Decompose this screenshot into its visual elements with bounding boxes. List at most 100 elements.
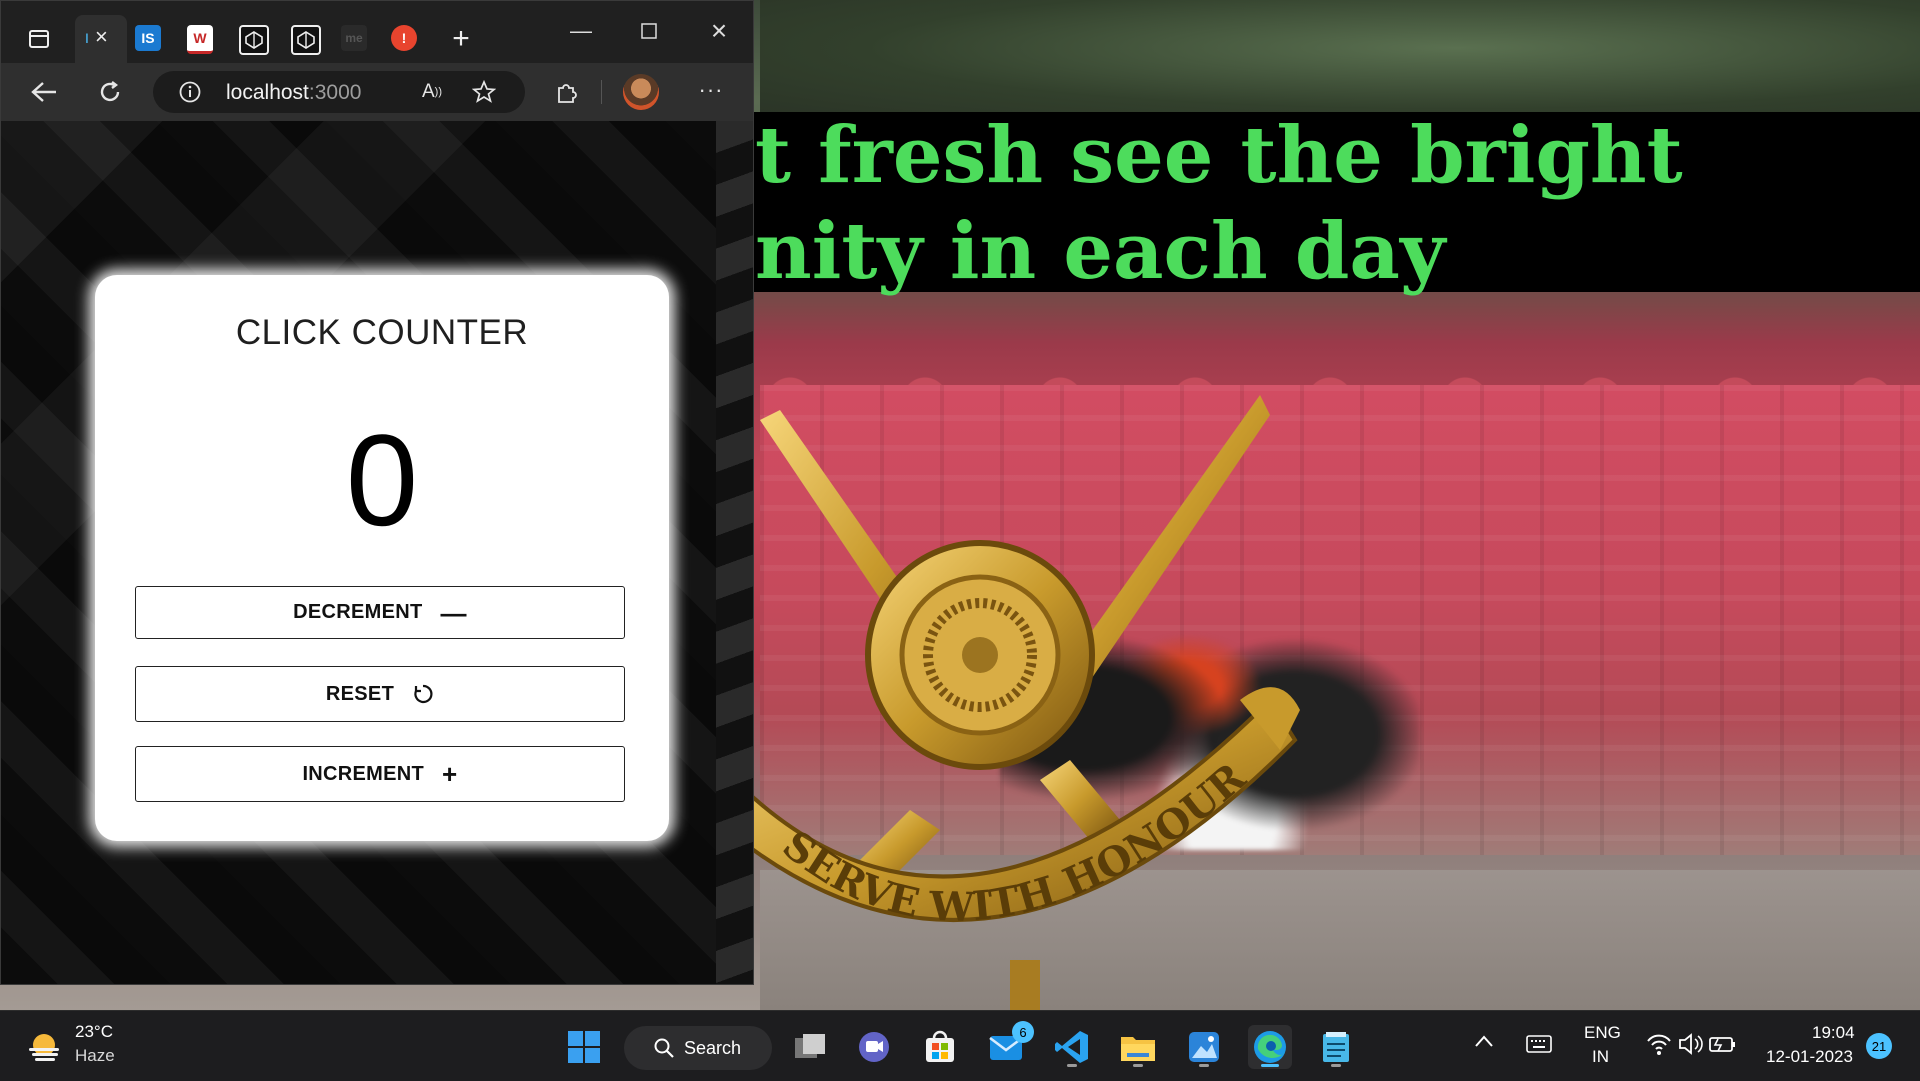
microsoft-store-button[interactable] <box>918 1025 962 1069</box>
increment-label: INCREMENT <box>302 762 425 785</box>
language-code: ENG <box>1584 1023 1621 1042</box>
codepen-icon <box>297 31 315 49</box>
running-indicator <box>1067 1064 1077 1067</box>
clock-time: 19:04 <box>1812 1023 1855 1042</box>
start-button[interactable] <box>562 1025 606 1069</box>
taskbar-search[interactable]: Search <box>624 1026 772 1070</box>
mail-button[interactable]: 6 <box>984 1021 1034 1069</box>
address-bar[interactable]: localhost:3000 A)) <box>153 71 525 113</box>
close-window-button[interactable]: × <box>694 13 744 49</box>
windows-logo-icon <box>568 1031 600 1063</box>
decrement-label: DECREMENT <box>293 601 423 623</box>
vscode-button[interactable] <box>1050 1025 1094 1069</box>
edge-button[interactable] <box>1248 1025 1292 1069</box>
tab-alert-label: ! <box>401 30 407 46</box>
wallpaper-foliage <box>760 0 1920 120</box>
browser-toolbar: localhost:3000 A)) ··· <box>1 63 753 121</box>
tab-w[interactable]: W <box>187 25 213 54</box>
teams-chat-button[interactable] <box>852 1025 896 1069</box>
language-region: IN <box>1592 1047 1609 1066</box>
counter-title: CLICK COUNTER <box>235 313 529 352</box>
running-indicator <box>1133 1064 1143 1067</box>
decrement-button[interactable]: DECREMENT — <box>135 586 625 639</box>
maximize-button[interactable] <box>624 13 674 49</box>
touch-keyboard-button[interactable] <box>1526 1035 1552 1058</box>
edge-icon <box>1254 1031 1286 1063</box>
new-tab-button[interactable]: + <box>445 22 477 55</box>
tab-strip: I × IS W me ! + — × <box>1 1 753 63</box>
viewport-edge-pattern <box>716 121 753 984</box>
folder-icon <box>1121 1037 1155 1061</box>
tab-active-label: I <box>85 30 89 46</box>
quick-settings-button[interactable] <box>1646 1031 1736 1062</box>
url-text[interactable]: localhost:3000 <box>226 81 361 105</box>
tab-close-icon[interactable]: × <box>95 24 108 50</box>
reset-button[interactable]: RESET <box>135 666 625 722</box>
close-icon: × <box>710 15 728 46</box>
reset-icon <box>414 684 433 704</box>
weather-description: Haze <box>75 1046 115 1065</box>
search-icon <box>654 1038 674 1058</box>
notepad-icon <box>1323 1032 1349 1062</box>
codepen-icon <box>245 31 263 49</box>
tab-actions-button[interactable] <box>23 23 55 55</box>
clock-date: 12-01-2023 <box>1766 1047 1853 1066</box>
army-emblem-image: SERVE WITH HONOUR <box>740 395 1300 1010</box>
tab-codepen-1[interactable] <box>239 25 269 55</box>
windows-taskbar: 23°C Haze Search 6 ENG IN 19:04 12-01-20… <box>0 1010 1920 1081</box>
refresh-icon <box>100 81 120 102</box>
file-explorer-button[interactable] <box>1116 1025 1160 1069</box>
store-icon <box>926 1030 954 1062</box>
url-port: :3000 <box>308 81 362 104</box>
toolbar-divider <box>601 80 602 104</box>
notification-count-badge[interactable]: 21 <box>1866 1033 1892 1059</box>
tab-active[interactable]: I × <box>75 15 127 63</box>
photos-button[interactable] <box>1182 1025 1226 1069</box>
minimize-icon: — <box>570 18 592 43</box>
network-volume-battery-icons <box>1647 1033 1735 1055</box>
vscode-icon <box>1055 1031 1088 1063</box>
refresh-button[interactable] <box>93 75 127 109</box>
keyboard-icon <box>1526 1035 1552 1053</box>
running-indicator <box>1199 1064 1209 1067</box>
task-view-button[interactable] <box>788 1025 832 1069</box>
show-hidden-icons-button[interactable] <box>1474 1033 1494 1053</box>
browser-window: I × IS W me ! + — × localhost:3000 A)) … <box>0 0 754 985</box>
wallpaper-quote-line1: t fresh see the bright <box>755 110 1683 201</box>
plus-icon: + <box>442 759 458 789</box>
tab-actions-icon <box>29 30 49 48</box>
tab-w-label: W <box>193 30 207 46</box>
tab-me-label: me <box>345 31 363 45</box>
extensions-button[interactable] <box>549 75 583 109</box>
tab-is-label: IS <box>141 30 155 46</box>
page-viewport: CLICK COUNTER 0 DECREMENT — RESET INCREM… <box>1 121 753 984</box>
more-options-icon[interactable]: ··· <box>694 73 728 107</box>
maximize-icon <box>641 23 657 39</box>
tab-me[interactable]: me <box>341 25 367 51</box>
tab-alert[interactable]: ! <box>391 25 417 51</box>
add-favorite-icon[interactable] <box>467 75 501 109</box>
minimize-button[interactable]: — <box>556 13 606 49</box>
counter-card: CLICK COUNTER 0 DECREMENT — RESET INCREM… <box>95 275 669 841</box>
back-button[interactable] <box>27 75 61 109</box>
search-label: Search <box>684 1037 742 1058</box>
wallpaper-quote-line2: nity in each day <box>755 206 1446 297</box>
profile-avatar[interactable] <box>623 74 659 110</box>
site-info-icon[interactable] <box>173 75 207 109</box>
active-indicator <box>1261 1064 1279 1067</box>
mail-badge: 6 <box>1012 1021 1034 1043</box>
photos-icon <box>1189 1032 1219 1062</box>
read-aloud-icon[interactable]: A)) <box>415 75 449 109</box>
weather-temperature: 23°C <box>75 1022 113 1041</box>
task-view-icon <box>795 1034 825 1058</box>
haze-sun-icon <box>29 1034 59 1061</box>
increment-button[interactable]: INCREMENT + <box>135 746 625 802</box>
wallpaper-quote: t fresh see the bright nity in each day <box>755 108 1920 300</box>
chevron-up-icon <box>1475 1035 1493 1047</box>
tab-is[interactable]: IS <box>135 25 161 51</box>
minus-icon: — <box>440 597 467 628</box>
tab-codepen-2[interactable] <box>291 25 321 55</box>
chat-icon <box>859 1032 889 1062</box>
plus-icon: + <box>452 22 470 55</box>
notepad-button[interactable] <box>1314 1025 1358 1069</box>
